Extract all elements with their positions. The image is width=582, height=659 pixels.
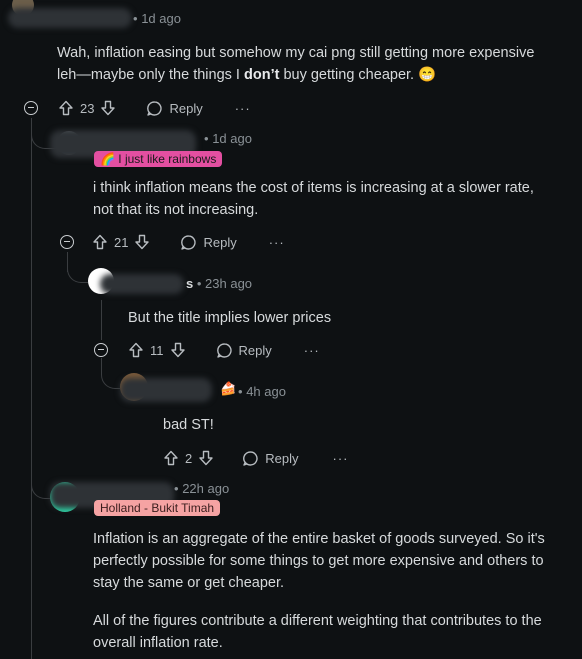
- meta-separator: •: [238, 384, 243, 399]
- more-options-button[interactable]: ···: [235, 101, 251, 116]
- comment-meta: • 22h ago: [174, 481, 229, 496]
- comment-actions: 21 Reply ···: [60, 231, 285, 253]
- meta-separator: •: [196, 276, 202, 291]
- comment-time: 1d ago: [141, 11, 181, 26]
- reply-icon: [243, 450, 258, 466]
- meta-separator: •: [204, 131, 209, 146]
- comment-time: 22h ago: [182, 481, 230, 496]
- downvote-icon[interactable]: [134, 234, 150, 250]
- comment-meta: • 4h ago: [238, 384, 286, 399]
- collapse-thread-button[interactable]: [60, 235, 74, 249]
- thread-connector: [31, 460, 52, 499]
- upvote-icon[interactable]: [92, 234, 108, 250]
- comment-time: 4h ago: [246, 384, 286, 399]
- vote-group: 23: [58, 100, 116, 116]
- thread-line: [101, 300, 102, 340]
- vote-group: 11: [128, 342, 186, 358]
- comment-text: buy getting cheaper.: [279, 67, 415, 83]
- thread-connector: [101, 358, 120, 389]
- upvote-icon[interactable]: [128, 342, 144, 358]
- comment-body: Inflation is an aggregate of the entire …: [93, 531, 545, 591]
- downvote-icon[interactable]: [100, 100, 116, 116]
- more-options-button[interactable]: ···: [304, 343, 320, 358]
- reply-label: Reply: [238, 342, 272, 358]
- comment-body: bad ST!: [163, 417, 214, 433]
- vote-count: 11: [150, 342, 164, 358]
- comment-body: Wah, inflation easing but somehow my cai…: [57, 42, 537, 86]
- upvote-icon[interactable]: [163, 450, 179, 466]
- reply-icon: [216, 342, 232, 358]
- emoji: 😁: [418, 67, 437, 83]
- reply-label: Reply: [265, 450, 299, 466]
- vote-group: 21: [92, 234, 150, 250]
- reply-label: Reply: [203, 234, 237, 250]
- vote-count: 23: [80, 100, 95, 116]
- comment-actions: 23 Reply ···: [24, 97, 251, 119]
- meta-separator: •: [133, 11, 138, 26]
- comment-actions: 2 Reply ···: [163, 447, 348, 469]
- reply-button[interactable]: Reply: [216, 342, 272, 359]
- reply-button[interactable]: Reply: [146, 100, 203, 117]
- username-suffix[interactable]: s: [186, 276, 193, 291]
- comment-time: 23h ago: [205, 276, 253, 291]
- comment-meta: • 1d ago: [204, 131, 252, 146]
- more-options-button[interactable]: ···: [332, 451, 348, 466]
- comment-time: 1d ago: [212, 131, 252, 146]
- vote-count: 2: [185, 450, 193, 466]
- upvote-icon[interactable]: [58, 100, 74, 116]
- username-redacted[interactable]: [100, 274, 184, 294]
- comment-meta: • 1d ago: [133, 11, 181, 26]
- user-flair: 🌈 I just like rainbows: [94, 151, 223, 167]
- downvote-icon[interactable]: [198, 450, 214, 466]
- collapse-thread-button[interactable]: [24, 101, 38, 115]
- username-redacted[interactable]: [120, 378, 212, 402]
- reply-button[interactable]: Reply: [242, 450, 298, 467]
- reply-icon: [147, 100, 163, 116]
- comment-body: i think inflation means the cost of item…: [93, 180, 534, 218]
- comment-body: But the title implies lower prices: [128, 310, 332, 326]
- more-options-button[interactable]: ···: [269, 235, 285, 250]
- reply-label: Reply: [169, 100, 203, 116]
- comment-actions: 11 Reply ···: [94, 339, 320, 361]
- meta-separator: •: [174, 481, 179, 496]
- award-icon: 🍰: [220, 381, 237, 396]
- downvote-icon[interactable]: [170, 342, 186, 358]
- username-redacted[interactable]: [8, 8, 132, 28]
- thread-line: [31, 118, 32, 659]
- vote-group: 2: [163, 450, 214, 466]
- user-flair: Holland - Bukit Timah: [94, 500, 221, 516]
- reply-icon: [181, 234, 197, 250]
- comment-text-bold: don’t: [244, 67, 280, 83]
- collapse-thread-button[interactable]: [94, 343, 108, 357]
- vote-count: 21: [114, 234, 129, 250]
- thread-connector: [67, 252, 88, 283]
- comment-body: All of the figures contribute a differen…: [93, 613, 542, 651]
- reply-button[interactable]: Reply: [180, 234, 237, 251]
- comment-meta: s • 23h ago: [186, 276, 252, 291]
